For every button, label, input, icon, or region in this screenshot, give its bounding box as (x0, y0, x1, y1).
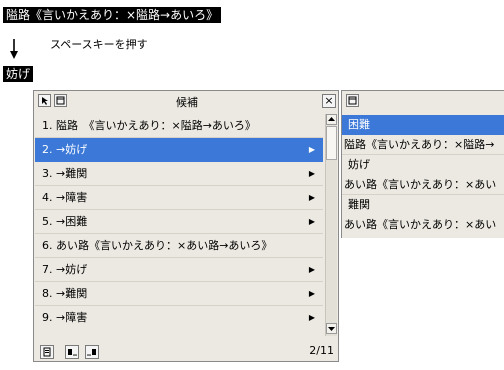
scroll-up-button[interactable] (326, 114, 337, 125)
prefix-icon (68, 349, 77, 356)
submenu-arrow-icon: ▶ (308, 265, 315, 274)
prefix-button[interactable] (65, 345, 79, 359)
candidate-row-4[interactable]: 4. →障害 ▶ (35, 186, 323, 210)
submenu-arrow-icon: ▶ (308, 289, 315, 298)
candidate-window: 候補 × 1. 隘路 《言いかえあり：×隘路→あいろ》 2. →妨げ ▶ 3. … (33, 90, 339, 362)
submenu-arrow-icon: ▶ (308, 145, 315, 154)
list-button[interactable] (40, 345, 54, 359)
candidate-list: 1. 隘路 《言いかえあり：×隘路→あいろ》 2. →妨げ ▶ 3. →難関 ▶… (35, 114, 323, 334)
document-icon (43, 347, 51, 357)
candidate-label: 4. →障害 (42, 191, 88, 204)
suffix-icon (87, 349, 96, 356)
sub-candidate-window: 困難 隘路《言いかえあり：×隘路→ 妨げ あい路《言いかえあり：×あい 難関 あ… (341, 90, 504, 238)
submenu-arrow-icon: ▶ (308, 169, 315, 178)
window-icon (348, 96, 357, 105)
candidate-row-5[interactable]: 5. →困難 ▶ (35, 210, 323, 234)
preedit-text: 隘路《言いかえあり：×隘路→あいろ》 (3, 7, 222, 23)
candidate-label: 9. →障害 (42, 311, 88, 324)
candidate-row-8[interactable]: 8. →難関 ▶ (35, 282, 323, 306)
candidate-label: 2. →妨げ (42, 143, 88, 156)
window-title: 候補 (176, 96, 198, 109)
candidate-label: 7. →妨げ (42, 263, 88, 276)
committed-text: 妨げ (3, 66, 34, 82)
candidate-footer: 2/11 (34, 340, 340, 362)
triangle-up-icon (328, 117, 335, 121)
candidate-row-3[interactable]: 3. →難関 ▶ (35, 162, 323, 186)
suffix-button[interactable] (85, 345, 99, 359)
candidate-row-1[interactable]: 1. 隘路 《言いかえあり：×隘路→あいろ》 (35, 114, 323, 138)
candidate-label: 6. あい路《言いかえあり：×あい路→あいろ》 (42, 239, 273, 252)
sub-candidate-item[interactable]: 困難 (342, 115, 504, 135)
close-button[interactable]: × (322, 94, 336, 108)
submenu-arrow-icon: ▶ (308, 193, 315, 202)
sub-candidate-item[interactable]: 妨げ (342, 155, 504, 175)
candidate-label: 3. →難関 (42, 167, 88, 180)
scroll-thumb[interactable] (326, 126, 337, 160)
candidate-row-7[interactable]: 7. →妨げ ▶ (35, 258, 323, 282)
sub-candidate-annotation: あい路《言いかえあり：×あい (344, 218, 497, 231)
down-arrow-icon (10, 39, 18, 59)
scroll-down-button[interactable] (326, 323, 337, 334)
sub-candidate-annotation: 隘路《言いかえあり：×隘路→ (342, 135, 504, 155)
candidate-label: 1. 隘路 《言いかえあり：×隘路→あいろ》 (42, 119, 256, 132)
triangle-down-icon (328, 327, 335, 331)
candidate-label: 5. →困難 (42, 215, 88, 228)
submenu-arrow-icon: ▶ (308, 313, 315, 322)
dictionary-button[interactable] (346, 94, 359, 107)
submenu-arrow-icon: ▶ (308, 217, 315, 226)
candidate-row-2[interactable]: 2. →妨げ ▶ (35, 138, 323, 162)
candidate-row-6[interactable]: 6. あい路《言いかえあり：×あい路→あいろ》 (35, 234, 323, 258)
scrollbar[interactable] (325, 114, 337, 336)
sub-candidate-item[interactable]: 難関 (342, 195, 504, 215)
instruction-text: スペースキーを押す (50, 38, 148, 51)
sub-candidate-annotation: あい路《言いかえあり：×あい (342, 175, 504, 195)
candidate-label: 8. →難関 (42, 287, 88, 300)
page-indicator: 2/11 (309, 344, 334, 357)
candidate-row-9[interactable]: 9. →障害 ▶ (35, 306, 323, 330)
